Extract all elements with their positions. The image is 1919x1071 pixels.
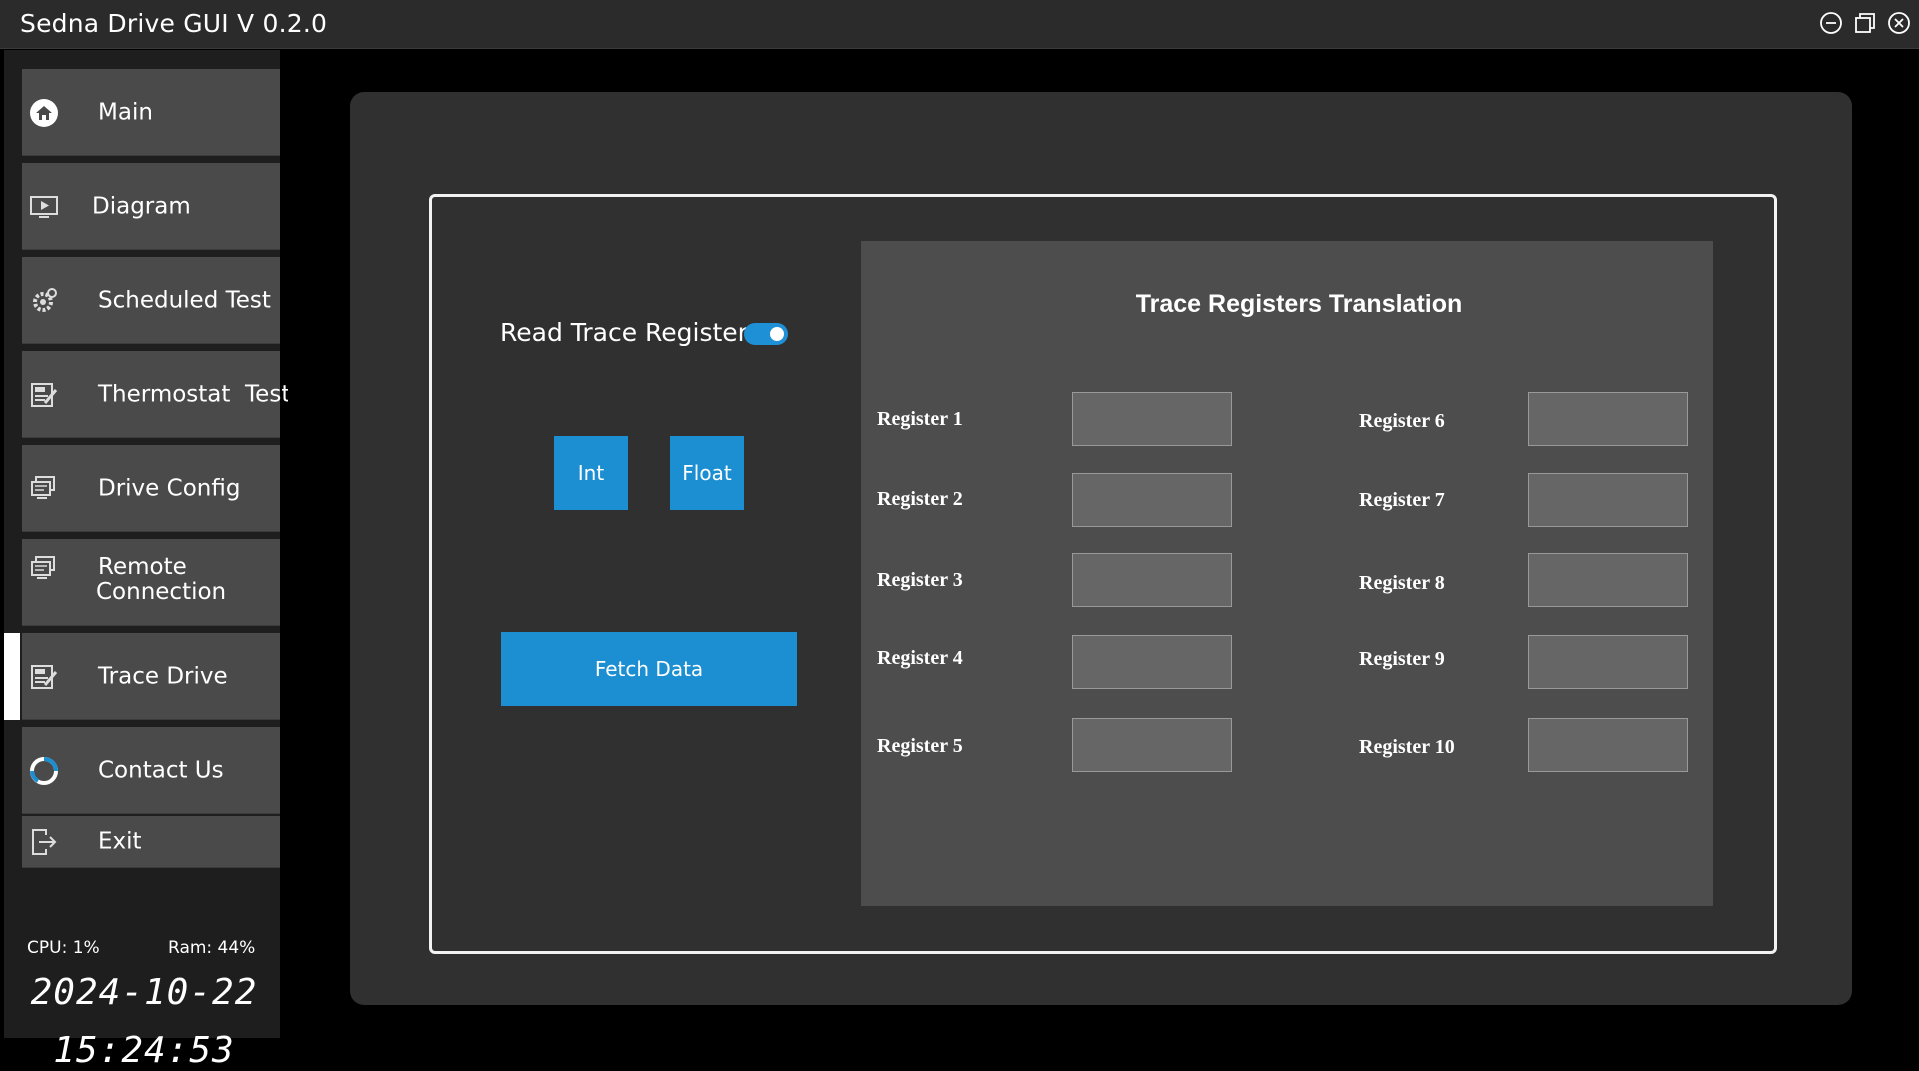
date-display: 2024-10-22 [30, 972, 258, 1013]
sidebar-item-scheduled-test[interactable]: Scheduled Test [22, 257, 280, 344]
register-label: Register 6 [1359, 410, 1445, 432]
window-title: Sedna Drive GUI V 0.2.0 [20, 9, 328, 38]
register-label: Register 3 [877, 569, 963, 591]
register-6-field[interactable] [1528, 392, 1688, 446]
restore-icon[interactable] [1853, 11, 1877, 35]
sidebar-item-label: Scheduled Test [98, 287, 271, 313]
sidebar-item-diagram[interactable]: Diagram [22, 163, 280, 250]
sidebar-item-thermostat-test[interactable]: Thermostat Test [22, 351, 290, 438]
register-10-field[interactable] [1528, 718, 1688, 772]
sidebar: Main Diagram Scheduled Test Thermostat T… [4, 50, 290, 1071]
sidebar-item-label: Main [98, 99, 153, 125]
register-label: Register 7 [1359, 489, 1445, 511]
register-label: Register 2 [877, 488, 963, 510]
register-8-field[interactable] [1528, 553, 1688, 607]
home-icon [28, 97, 60, 129]
active-indicator [4, 633, 20, 720]
sidebar-item-exit[interactable]: Exit [22, 816, 280, 868]
ram-usage: Ram: 44% [168, 938, 256, 958]
register-4-field[interactable] [1072, 635, 1232, 689]
sidebar-item-label: Exit [98, 828, 142, 855]
gear-icon [28, 285, 60, 317]
sidebar-item-label: Contact Us [98, 757, 224, 783]
sidebar-item-drive-config[interactable]: Drive Config [22, 445, 280, 532]
time-display: 15:24:53 [53, 1030, 235, 1071]
register-label: Register 4 [877, 647, 963, 669]
register-3-field[interactable] [1072, 553, 1232, 607]
int-button[interactable]: Int [554, 436, 628, 510]
minimize-icon[interactable] [1819, 11, 1843, 35]
register-label: Register 1 [877, 408, 963, 430]
ring-icon [28, 755, 60, 787]
close-icon[interactable] [1887, 11, 1911, 35]
register-label: Register 10 [1359, 736, 1455, 758]
register-5-field[interactable] [1072, 718, 1232, 772]
title-bar: Sedna Drive GUI V 0.2.0 [0, 0, 1919, 49]
read-trace-label: Read Trace Registers [500, 318, 761, 347]
sidebar-item-label: Remote [98, 554, 187, 580]
exit-icon [28, 826, 60, 858]
test-pen-icon [28, 661, 60, 693]
sidebar-item-contact-us[interactable]: Contact Us [22, 727, 280, 814]
sidebar-item-label-line2: Connection [96, 579, 227, 605]
read-trace-toggle[interactable] [744, 323, 788, 345]
sidebar-item-label: Trace Drive [98, 663, 228, 689]
register-label: Register 9 [1359, 648, 1445, 670]
monitor-stack-icon [28, 553, 60, 585]
register-7-field[interactable] [1528, 473, 1688, 527]
register-2-field[interactable] [1072, 473, 1232, 527]
sidebar-item-remote-connection[interactable]: Remote Connection [22, 539, 280, 626]
monitor-play-icon [28, 191, 60, 223]
register-1-field[interactable] [1072, 392, 1232, 446]
sidebar-item-label: Thermostat Test [98, 381, 291, 407]
sidebar-item-main[interactable]: Main [22, 69, 280, 156]
float-button[interactable]: Float [670, 436, 744, 510]
monitor-stack-icon [28, 473, 60, 505]
cpu-usage: CPU: 1% [27, 938, 100, 958]
sidebar-item-label: Diagram [92, 193, 191, 219]
translation-title: Trace Registers Translation [1135, 290, 1463, 318]
sidebar-item-trace-drive[interactable]: Trace Drive [22, 633, 280, 720]
fetch-data-button[interactable]: Fetch Data [501, 632, 797, 706]
test-pen-icon [28, 379, 60, 411]
sidebar-item-label: Drive Config [98, 475, 241, 501]
register-label: Register 5 [877, 735, 963, 757]
toggle-knob [770, 327, 784, 341]
register-9-field[interactable] [1528, 635, 1688, 689]
register-label: Register 8 [1359, 572, 1445, 594]
